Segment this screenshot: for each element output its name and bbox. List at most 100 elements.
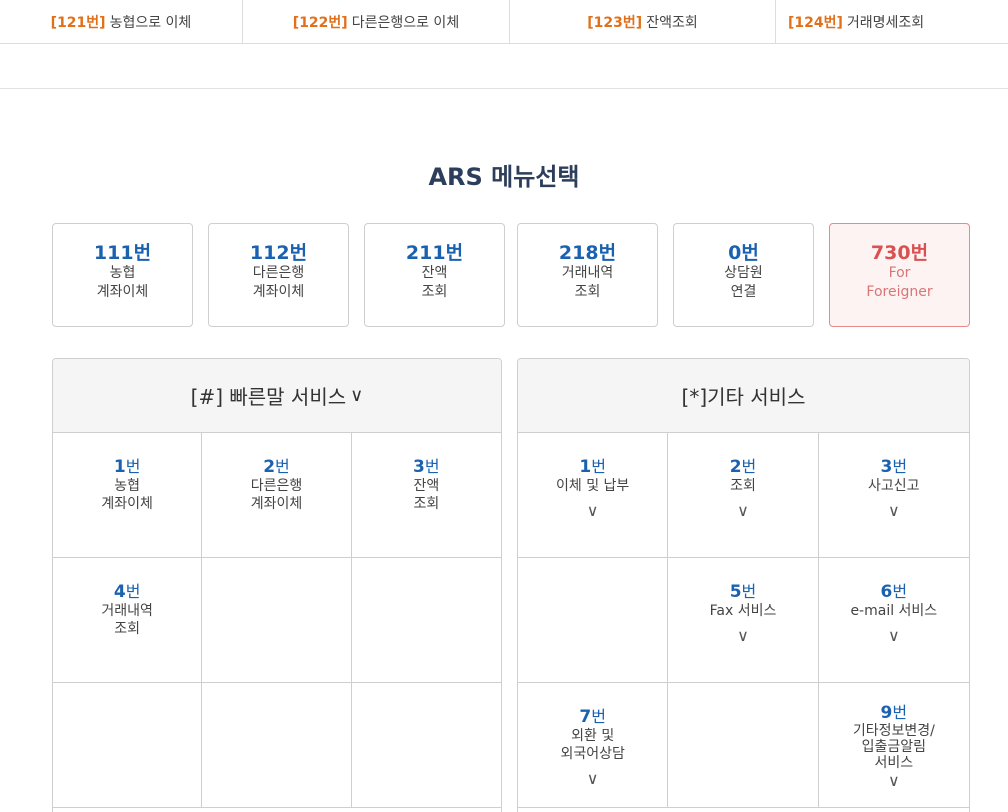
tab-label: 잔액조회 bbox=[646, 15, 698, 31]
ars-label-line1: 거래내역 bbox=[561, 265, 614, 281]
ars-number: 730번 bbox=[870, 242, 929, 264]
chevron-down-icon[interactable]: ∨ bbox=[819, 771, 969, 791]
ars-label-line1: 잔액 bbox=[421, 265, 448, 281]
empty-cell bbox=[518, 558, 669, 683]
tab-124-transaction-history[interactable]: [124번] 거래명세조회 bbox=[776, 0, 1008, 44]
section-divider bbox=[0, 88, 1008, 89]
chevron-down-icon[interactable]: ∨ bbox=[668, 624, 817, 648]
chevron-down-icon[interactable]: ∨ bbox=[819, 499, 969, 523]
quick-service-item-4[interactable]: 4번 거래내역 조회 bbox=[53, 558, 203, 683]
other-service-title: [*]기타 서비스 bbox=[681, 385, 806, 409]
ars-number: 112번 bbox=[249, 242, 308, 264]
ars-label-line1: For bbox=[888, 265, 911, 281]
quick-service-item-3[interactable]: 3번 잔액 조회 bbox=[351, 433, 501, 558]
item-unit: 번 bbox=[125, 457, 141, 476]
other-service-header: [*]기타 서비스 bbox=[518, 359, 969, 433]
ars-label-line1: 상담원 bbox=[724, 265, 763, 281]
ars-button-112[interactable]: 112번 다른은행 계좌이체 bbox=[208, 223, 349, 327]
item-unit: 번 bbox=[741, 457, 757, 476]
quick-service-header[interactable]: [#] 빠른말 서비스 ∨ bbox=[53, 359, 501, 433]
other-service-item-9[interactable]: 9번 기타정보변경/ 입출금알림 서비스 ∨ bbox=[818, 683, 969, 808]
item-label-line1: 기타정보변경/ bbox=[852, 723, 935, 739]
tab-121-transfer-nh[interactable]: [121번] 농협으로 이체 bbox=[0, 0, 243, 44]
other-service-item-1[interactable]: 1번 이체 및 납부 ∨ bbox=[518, 433, 669, 558]
tab-label: 농협으로 이체 bbox=[109, 15, 192, 31]
item-unit: 번 bbox=[892, 582, 908, 601]
empty-cell bbox=[202, 683, 352, 808]
item-unit: 번 bbox=[591, 457, 606, 476]
item-label-line1: 조회 bbox=[730, 478, 756, 494]
item-label-line1: 잔액 bbox=[413, 478, 440, 494]
item-label-line1: 거래내역 bbox=[101, 603, 153, 619]
empty-cell bbox=[668, 683, 819, 808]
item-label-line1: 이체 및 납부 bbox=[556, 478, 630, 494]
quick-service-title: [#] 빠른말 서비스 bbox=[190, 385, 347, 409]
item-number: 3 bbox=[880, 457, 893, 477]
item-label-line3: 서비스 bbox=[874, 755, 914, 771]
ars-button-218[interactable]: 218번 거래내역 조회 bbox=[517, 223, 658, 327]
other-service-item-5[interactable]: 5번 Fax 서비스 ∨ bbox=[668, 558, 819, 683]
chevron-down-icon[interactable]: ∨ bbox=[518, 767, 667, 791]
item-label-line1: 사고신고 bbox=[868, 478, 920, 494]
chevron-down-icon[interactable]: ∨ bbox=[518, 499, 667, 523]
item-number: 9 bbox=[880, 703, 893, 723]
item-number: 2 bbox=[263, 457, 276, 477]
item-unit: 번 bbox=[741, 582, 757, 601]
ars-number: 218번 bbox=[558, 242, 617, 264]
ars-button-730-foreigner[interactable]: 730번 For Foreigner bbox=[829, 223, 970, 327]
other-service-grid: 1번 이체 및 납부 ∨ 2번 조회 ∨ 3번 사고신고 ∨ 5번 Fax 서비… bbox=[518, 433, 969, 808]
quick-service-item-2[interactable]: 2번 다른은행 계좌이체 bbox=[202, 433, 352, 558]
tab-123-balance[interactable]: [123번] 잔액조회 bbox=[510, 0, 776, 44]
item-label-line2: 입출금알림 bbox=[861, 739, 927, 755]
other-service-item-3[interactable]: 3번 사고신고 ∨ bbox=[818, 433, 969, 558]
empty-cell bbox=[202, 558, 352, 683]
other-service-item-7[interactable]: 7번 외환 및 외국어상담 ∨ bbox=[518, 683, 669, 808]
empty-cell bbox=[351, 558, 501, 683]
item-label-line2: 계좌이체 bbox=[250, 496, 303, 512]
other-service-panel: [*]기타 서비스 1번 이체 및 납부 ∨ 2번 조회 ∨ 3번 사고신고 ∨… bbox=[517, 358, 970, 812]
item-number: 1 bbox=[579, 457, 592, 477]
ars-label-line1: 농협 bbox=[109, 265, 136, 281]
tab-code: [121번] bbox=[50, 15, 106, 31]
item-unit: 번 bbox=[591, 707, 606, 726]
chevron-down-icon: ∨ bbox=[350, 385, 364, 406]
item-number: 7 bbox=[579, 707, 592, 727]
item-unit: 번 bbox=[892, 703, 908, 722]
item-label-line1: e-mail 서비스 bbox=[850, 603, 938, 619]
item-label-line2: 조회 bbox=[114, 621, 141, 637]
ars-number: 111번 bbox=[93, 242, 152, 264]
quick-service-item-1[interactable]: 1번 농협 계좌이체 bbox=[53, 433, 203, 558]
ars-button-211[interactable]: 211번 잔액 조회 bbox=[364, 223, 505, 327]
chevron-down-icon[interactable]: ∨ bbox=[819, 624, 969, 648]
ars-label-line2: 조회 bbox=[574, 284, 601, 300]
ars-number: 0번 bbox=[728, 242, 759, 264]
ars-number: 211번 bbox=[405, 242, 464, 264]
top-tab-bar: [121번] 농협으로 이체 [122번] 다른은행으로 이체 [123번] 잔… bbox=[0, 0, 1008, 44]
chevron-down-icon[interactable]: ∨ bbox=[668, 499, 817, 523]
tab-code: [122번] bbox=[292, 15, 348, 31]
other-service-item-2[interactable]: 2번 조회 ∨ bbox=[668, 433, 819, 558]
other-service-item-6[interactable]: 6번 e-mail 서비스 ∨ bbox=[818, 558, 969, 683]
item-unit: 번 bbox=[892, 457, 908, 476]
item-number: 6 bbox=[880, 582, 893, 602]
ars-button-0[interactable]: 0번 상담원 연결 bbox=[673, 223, 814, 327]
item-label-line2: 계좌이체 bbox=[101, 496, 153, 512]
item-unit: 번 bbox=[125, 582, 141, 601]
item-label-line1: 다른은행 bbox=[250, 478, 303, 494]
empty-cell bbox=[351, 683, 501, 808]
item-label-line1: Fax 서비스 bbox=[709, 603, 777, 619]
ars-button-111[interactable]: 111번 농협 계좌이체 bbox=[52, 223, 193, 327]
tab-code: [124번] bbox=[788, 15, 843, 31]
tab-label: 다른은행으로 이체 bbox=[351, 15, 460, 31]
page-title: ARS 메뉴선택 bbox=[428, 163, 580, 191]
ars-label-line2: Foreigner bbox=[866, 284, 933, 300]
quick-service-panel: [#] 빠른말 서비스 ∨ 1번 농협 계좌이체 2번 다른은행 계좌이체 3번… bbox=[52, 358, 502, 812]
item-number: 3 bbox=[413, 457, 425, 477]
ars-label-line2: 계좌이체 bbox=[96, 284, 149, 300]
item-label-line1: 외환 및 bbox=[571, 728, 615, 744]
item-unit: 번 bbox=[275, 457, 290, 476]
item-unit: 번 bbox=[424, 457, 440, 476]
empty-cell bbox=[53, 683, 203, 808]
tab-122-transfer-other-bank[interactable]: [122번] 다른은행으로 이체 bbox=[243, 0, 510, 44]
item-number: 1 bbox=[113, 457, 126, 477]
